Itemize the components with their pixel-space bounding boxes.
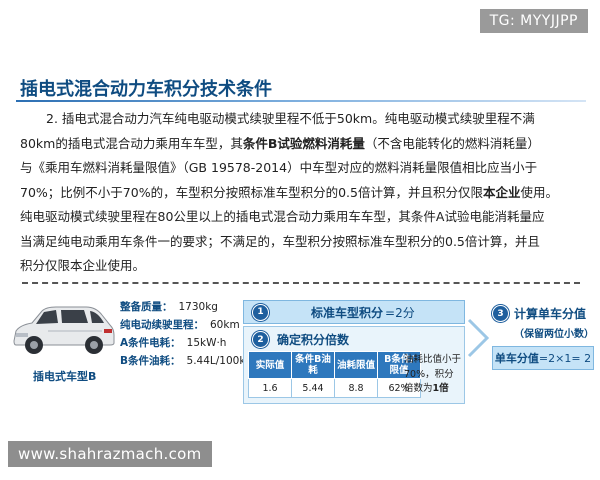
spec-key: 整备质量： — [120, 301, 173, 313]
para-text: 70%；比例不小于70%的，车型积分按照标准车型积分的0.5倍计算，并且积分仅限 — [20, 184, 483, 200]
para-text: 使用。 — [520, 184, 558, 200]
note-strong-text: 1倍 — [432, 383, 449, 394]
para-line-1: 2. 插电式混合动力汽车纯电驱动模式续驶里程不低于50km。纯电驱动模式续驶里程… — [46, 111, 535, 126]
step-1-number-badge: 1 — [252, 303, 269, 321]
para-line-2: 80km的插电式混合动力乘用车车型，其条件B试验燃料消耗量（不含电能转化的燃料消… — [20, 132, 585, 157]
step-2-number-badge: 2 — [252, 331, 269, 348]
step-3-number-badge: 3 — [492, 305, 509, 322]
spec-row: B条件油耗： 5.44L/100km — [120, 352, 256, 370]
step-3-subtitle: （保留两位小数） — [514, 329, 594, 340]
suv-car-icon — [13, 306, 115, 354]
para-text: （不含电能转化的燃料消耗量） — [364, 135, 540, 151]
spec-value: 1730kg — [178, 301, 218, 313]
step-2-label: 确定积分倍数 — [277, 333, 350, 347]
step-1-value: =2分 — [385, 305, 415, 320]
spec-row: 纯电动续驶里程： 60km — [120, 316, 256, 334]
table-cell: 1.6 — [248, 378, 292, 398]
spec-key: B条件油耗： — [120, 355, 181, 367]
step-3-header: 3 计算单车分值 — [492, 305, 595, 322]
table-header-cell: 条件B油耗 — [291, 351, 335, 379]
para-strong-text: 条件B试验燃料消耗量 — [242, 135, 365, 151]
para-line-7: 积分仅限本企业使用。 — [20, 258, 146, 273]
result-value: =2×1= 2 — [538, 351, 592, 365]
table-header-row: 实际值 条件B油耗 油耗限值 B条件/限值 — [248, 351, 421, 379]
step-3-panel: 3 计算单车分值 （保留两位小数） 单车分值 =2×1= 2 — [492, 305, 595, 370]
para-line-4: 70%；比例不小于70%的，车型积分按照标准车型积分的0.5倍计算，并且积分仅限… — [20, 181, 585, 206]
step-3-label: 计算单车分值 — [514, 307, 587, 321]
car-label: 插电式车型B — [33, 370, 97, 383]
spec-value: 15kW·h — [186, 337, 227, 349]
step-1-label: 标准车型积分 — [311, 305, 384, 320]
section-divider — [22, 282, 580, 284]
result-box: 单车分值 =2×1= 2 — [492, 346, 594, 370]
body-paragraph: 2. 插电式混合动力汽车纯电驱动模式续驶里程不低于50km。纯电驱动模式续驶里程… — [20, 107, 585, 279]
watermark-bottom: www.shahrazmach.com — [8, 441, 212, 467]
spec-key: A条件电耗： — [120, 337, 181, 349]
para-line-6: 当满足纯电动乘用车条件一的要求；不满足的，车型积分按照标准车型积分的0.5倍计算… — [20, 233, 540, 249]
para-strong-text: 本企业 — [482, 184, 521, 200]
chevron-right-icon — [467, 318, 489, 358]
car-specs: 整备质量： 1730kg 纯电动续驶里程： 60km A条件电耗： 15kW·h B条… — [120, 298, 256, 370]
result-label: 单车分值 — [494, 352, 539, 365]
para-text: 80km的插电式混合动力乘用车车型，其 — [20, 135, 243, 151]
title-underline — [16, 100, 586, 102]
page-title: 插电式混合动力车积分技术条件 — [20, 79, 272, 100]
spec-key: 纯电动续驶里程： — [120, 319, 204, 331]
table-header-cell: 实际值 — [248, 351, 292, 379]
spec-value: 60km — [210, 319, 240, 331]
table-header-cell: 油耗限值 — [334, 351, 378, 379]
table-cell: 8.8 — [334, 378, 378, 398]
step-1-panel: 1 标准车型积分 =2分 — [243, 300, 465, 324]
multiplier-note: 油耗比值小于70%，积分倍数为1倍 — [404, 353, 462, 397]
step-2-panel: 2 确定积分倍数 实际值 条件B油耗 油耗限值 B条件/限值 1.6 5.44 … — [243, 326, 465, 404]
spec-row: A条件电耗： 15kW·h — [120, 334, 256, 352]
table-row: 1.6 5.44 8.8 62% — [248, 378, 421, 398]
watermark-top: TG: MYYJJPP — [479, 9, 588, 33]
para-line-3: 与《乘用车燃料消耗量限值》（GB 19578-2014）中车型对应的燃料消耗量限… — [20, 160, 538, 175]
multiplier-table: 实际值 条件B油耗 油耗限值 B条件/限值 1.6 5.44 8.8 62% — [248, 351, 421, 398]
step-2-header: 2 确定积分倍数 — [244, 331, 349, 348]
table-cell: 5.44 — [291, 378, 335, 398]
para-line-5: 纯电驱动模式续驶里程在80公里以上的插电式混合动力乘用车车型，其条件A试验电能消… — [20, 209, 545, 224]
spec-row: 整备质量： 1730kg — [120, 298, 256, 316]
